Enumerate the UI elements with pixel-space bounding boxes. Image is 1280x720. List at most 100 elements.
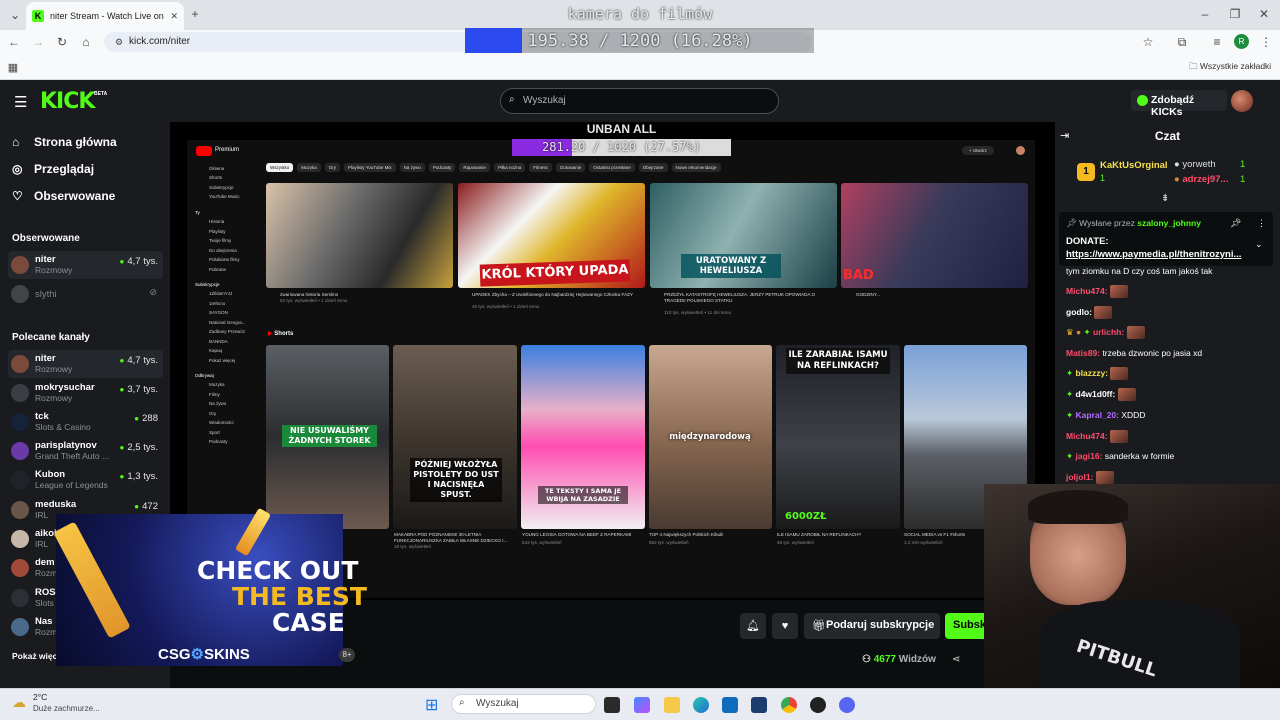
yt-sidebar-item: Subskrypcje (195, 281, 220, 287)
channel-name: slythi (35, 288, 57, 300)
pinned-link[interactable]: https://www.paymedia.pl/thenitrozyni... (1066, 249, 1248, 260)
follow-button[interactable]: ♥ (772, 613, 798, 639)
apps-grid-icon[interactable]: ▦ (4, 58, 22, 78)
followed-channel-niter[interactable]: niterRozmowy 4,7 tys. (8, 251, 163, 279)
chat-username[interactable]: blazzzy: (1076, 368, 1109, 378)
search-input[interactable]: Wyszukaj (500, 88, 779, 114)
chat-message: ✦ jagi16: sanderka w formie (1066, 450, 1174, 462)
chat-username[interactable]: jagi16: (1076, 451, 1103, 461)
yt-chip: Fitness (529, 163, 552, 172)
channel-category: Slots (35, 598, 54, 608)
media-icon[interactable]: ≡ (1208, 32, 1226, 52)
edge-icon[interactable] (693, 697, 709, 713)
tab-search-icon[interactable]: ⌄ (6, 5, 24, 25)
pin-toggle-icon[interactable]: 📌︎ (1230, 218, 1241, 229)
taskbar-search-input[interactable]: Wyszukaj (451, 694, 596, 714)
windows-start-icon[interactable]: ⊞ (425, 695, 438, 715)
home-icon[interactable]: ⌂ (77, 32, 95, 52)
profile-avatar[interactable]: R (1234, 34, 1249, 49)
followed-channel-slythi[interactable]: slythi ⊘ (8, 280, 163, 308)
recommended-channel[interactable]: KubonLeague of Legends 1,3 tys. (8, 466, 163, 494)
yt-sidebar-item: Kapuq (209, 348, 223, 354)
yt-sidebar-item: Ty (195, 209, 200, 215)
yt-sidebar-item: SAYGON (209, 310, 228, 316)
chat-username[interactable]: d4w1d0ff: (1076, 389, 1116, 399)
menu-kebab-icon[interactable]: ⋮ (1257, 32, 1275, 52)
all-bookmarks[interactable]: 🗀 Wszystkie zakładki (1189, 61, 1271, 75)
site-info-icon[interactable]: ⚙ (110, 32, 128, 52)
recommended-channel[interactable]: niterRozmowy 4,7 tys. (8, 350, 163, 378)
chat-message: ♛ ● ✦ urlichh: (1066, 326, 1145, 340)
close-window-icon[interactable]: ✕ (1255, 4, 1273, 24)
hamburger-menu-icon[interactable]: ☰ (14, 93, 27, 111)
store-icon[interactable] (751, 697, 767, 713)
weather-icon[interactable]: ☁ (12, 694, 26, 711)
expand-gifters-icon[interactable]: ⇟ (1161, 193, 1169, 204)
channel-name: tck (35, 411, 49, 422)
chevron-down-icon[interactable]: ⌄ (1255, 239, 1263, 250)
back-icon[interactable]: ← (5, 32, 23, 52)
show-more-link[interactable]: Pokaż więc (12, 651, 57, 661)
gift-icon: 🎁︎ (812, 620, 826, 632)
task-view-icon[interactable] (604, 697, 620, 713)
nav-following[interactable]: ♡ Obserwowane (12, 189, 115, 203)
share-icon[interactable]: ⋖ (952, 654, 960, 665)
yt-sidebar-item: Podcasty (209, 439, 228, 445)
recommended-channel[interactable]: tckSlots & Casino 288 (8, 408, 163, 436)
gifter-2[interactable]: ● yorweth (1174, 159, 1216, 170)
chat-username[interactable]: godlo: (1066, 307, 1092, 317)
chat-username[interactable]: Kapral_20: (1076, 410, 1119, 420)
nav-home[interactable]: ⌂ Strona główna (12, 135, 117, 149)
browser-tab[interactable]: K niter Stream - Watch Live on Kick ✕ (26, 2, 184, 30)
channel-viewers: 472 (134, 501, 158, 512)
subscribe-button[interactable]: Subskrybuj (945, 613, 985, 639)
notification-bell-button[interactable]: 🔔︎ (740, 613, 766, 639)
new-tab-icon[interactable]: + (186, 4, 204, 24)
channel-category: Rozmowy (35, 265, 73, 275)
recommended-channel[interactable]: parisplatynovGrand Theft Auto ... 2,5 tys… (8, 437, 163, 465)
yt-chip: Podcasty (428, 163, 456, 172)
channel-avatar (11, 501, 29, 519)
pinned-menu-icon[interactable]: ⋮ (1257, 218, 1266, 229)
offline-icon: ⊘ (149, 287, 157, 297)
chat-username[interactable]: joljol1: (1066, 472, 1093, 482)
chat-username[interactable]: Matis89: (1066, 348, 1100, 358)
bookmark-star-icon[interactable]: ☆ (1139, 32, 1157, 52)
obs-icon[interactable] (810, 697, 826, 713)
chat-message: ✦ d4w1d0ff: (1066, 388, 1136, 402)
reload-icon[interactable]: ↻ (53, 32, 71, 52)
kick-logo[interactable]: KICK (40, 89, 95, 114)
user-avatar[interactable] (1231, 90, 1253, 112)
chat-username[interactable]: Michu474: (1066, 286, 1108, 296)
gifter-3[interactable]: ● adrzej97... (1174, 174, 1228, 185)
chat-message: ✦ Kapral_20: XDDD (1066, 409, 1145, 421)
channel-avatar (11, 285, 29, 303)
unban-goal-progress: 281.20 / 1020 (27.57%) (542, 140, 701, 154)
copilot-icon[interactable] (634, 697, 650, 713)
discord-icon[interactable] (839, 697, 855, 713)
yt-sidebar-item: Sport (209, 429, 220, 435)
channel-category: Slots & Casino (35, 422, 91, 432)
short-title: TOP 4 Największych Polskich Kibuli! (649, 532, 724, 537)
outlook-icon[interactable] (722, 697, 738, 713)
restore-icon[interactable]: ❐ (1226, 4, 1244, 24)
emote (1110, 367, 1129, 381)
chrome-icon[interactable] (781, 697, 797, 713)
channel-name: Nas (35, 616, 53, 627)
search-icon: ⌕ (459, 697, 465, 708)
extensions-icon[interactable]: ⧉ (1173, 32, 1191, 52)
top-gifter-name[interactable]: KaKtUsOrginal (1100, 160, 1168, 171)
recommended-channel[interactable]: mokrysucharRozmowy 3,7 tys. (8, 379, 163, 407)
emote (1109, 430, 1128, 444)
forward-icon[interactable]: → (29, 32, 47, 52)
chat-username[interactable]: urlichh: (1093, 327, 1124, 337)
kicks-coin-icon (1137, 95, 1148, 106)
chat-text: tym ziomku na D czy coś tam jakoś tak (1066, 266, 1213, 276)
channel-viewers: 4,7 tys. (120, 256, 158, 267)
close-tab-icon[interactable]: ✕ (170, 11, 178, 22)
collapse-chat-icon[interactable]: ⇥ (1060, 129, 1069, 142)
chat-username[interactable]: Michu474: (1066, 431, 1108, 441)
file-explorer-icon[interactable] (664, 697, 680, 713)
nav-browse[interactable]: ◎ Przeglądaj (12, 162, 94, 176)
minimize-icon[interactable]: – (1196, 4, 1214, 24)
